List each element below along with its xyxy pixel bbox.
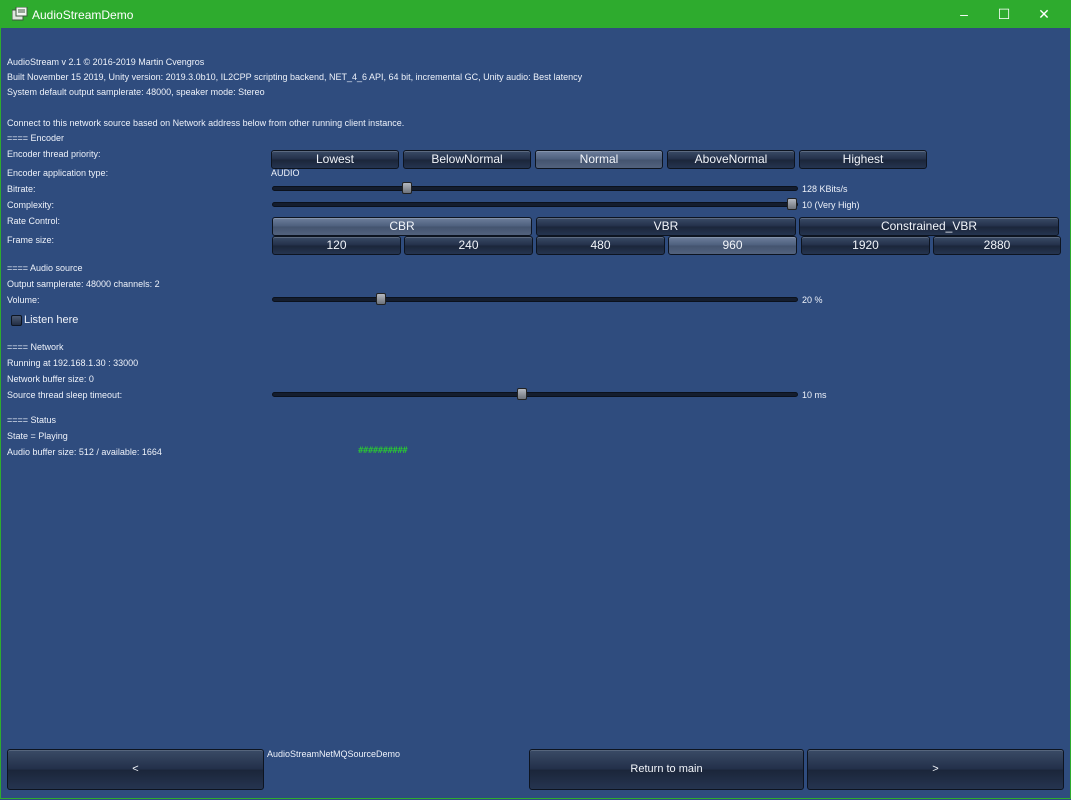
- frame-size-1920-button[interactable]: 1920: [801, 236, 930, 255]
- priority-belownormal-button[interactable]: BelowNormal: [403, 150, 531, 169]
- samplerate-info-text: System default output samplerate: 48000,…: [7, 87, 265, 97]
- close-button[interactable]: ✕: [1024, 0, 1064, 28]
- complexity-slider[interactable]: [272, 198, 798, 210]
- rate-control-constrained-vbr-button[interactable]: Constrained_VBR: [799, 217, 1059, 236]
- window-frame: [0, 28, 1071, 799]
- bitrate-value: 128 KBits/s: [802, 184, 848, 194]
- maximize-button[interactable]: ☐: [984, 0, 1024, 28]
- bitrate-slider-thumb[interactable]: [401, 182, 412, 194]
- volume-label: Volume:: [7, 295, 40, 305]
- volume-slider-thumb[interactable]: [375, 293, 386, 305]
- bitrate-label: Bitrate:: [7, 184, 36, 194]
- volume-slider[interactable]: [272, 293, 798, 305]
- return-to-main-button[interactable]: Return to main: [529, 749, 804, 790]
- network-header: ==== Network: [7, 342, 64, 352]
- thread-priority-label: Encoder thread priority:: [7, 149, 101, 159]
- previous-button[interactable]: <: [7, 749, 264, 790]
- title-bar[interactable]: AudioStreamDemo – ☐ ✕: [0, 0, 1071, 28]
- complexity-slider-thumb[interactable]: [787, 198, 797, 210]
- version-text: AudioStream v 2.1 © 2016-2019 Martin Cve…: [7, 57, 205, 67]
- frame-size-480-button[interactable]: 480: [536, 236, 665, 255]
- scene-name-label: AudioStreamNetMQSourceDemo: [267, 749, 401, 759]
- audio-buffer-text: Audio buffer size: 512 / available: 1664: [7, 447, 162, 457]
- frame-size-2880-button[interactable]: 2880: [933, 236, 1061, 255]
- app-type-value: AUDIO: [271, 168, 300, 178]
- output-samplerate-text: Output samplerate: 48000 channels: 2: [7, 279, 160, 289]
- network-running-text: Running at 192.168.1.30 : 33000: [7, 358, 139, 368]
- priority-lowest-button[interactable]: Lowest: [271, 150, 399, 169]
- frame-size-240-button[interactable]: 240: [404, 236, 533, 255]
- listen-here-label[interactable]: Listen here: [24, 314, 78, 326]
- frame-size-960-button[interactable]: 960: [668, 236, 797, 255]
- complexity-label: Complexity:: [7, 200, 55, 210]
- rate-control-label: Rate Control:: [7, 216, 61, 226]
- volume-value: 20 %: [802, 295, 823, 305]
- buffer-indicator: ##########: [358, 446, 408, 456]
- sleep-timeout-value: 10 ms: [802, 390, 827, 400]
- encoder-header: ==== Encoder: [7, 133, 65, 143]
- network-buffer-text: Network buffer size: 0: [7, 374, 94, 384]
- priority-abovenormal-button[interactable]: AboveNormal: [667, 150, 795, 169]
- rate-control-vbr-button[interactable]: VBR: [536, 217, 796, 236]
- app-icon: [12, 7, 28, 21]
- app-type-label: Encoder application type:: [7, 168, 109, 178]
- next-button[interactable]: >: [807, 749, 1064, 790]
- window-title: AudioStreamDemo: [32, 8, 134, 22]
- listen-here-checkbox[interactable]: [11, 315, 22, 326]
- build-info-text: Built November 15 2019, Unity version: 2…: [7, 72, 583, 82]
- frame-size-label: Frame size:: [7, 235, 55, 245]
- sleep-timeout-label: Source thread sleep timeout:: [7, 390, 123, 400]
- priority-normal-button[interactable]: Normal: [535, 150, 663, 169]
- state-text: State = Playing: [7, 431, 68, 441]
- connect-info-text: Connect to this network source based on …: [7, 118, 405, 128]
- audio-source-header: ==== Audio source: [7, 263, 83, 273]
- sleep-timeout-slider-thumb[interactable]: [517, 388, 528, 400]
- frame-size-120-button[interactable]: 120: [272, 236, 401, 255]
- bitrate-slider[interactable]: [272, 182, 798, 194]
- status-header: ==== Status: [7, 415, 57, 425]
- rate-control-cbr-button[interactable]: CBR: [272, 217, 532, 236]
- minimize-button[interactable]: –: [944, 0, 984, 28]
- complexity-value: 10 (Very High): [802, 200, 860, 210]
- sleep-timeout-slider[interactable]: [272, 388, 798, 400]
- priority-highest-button[interactable]: Highest: [799, 150, 927, 169]
